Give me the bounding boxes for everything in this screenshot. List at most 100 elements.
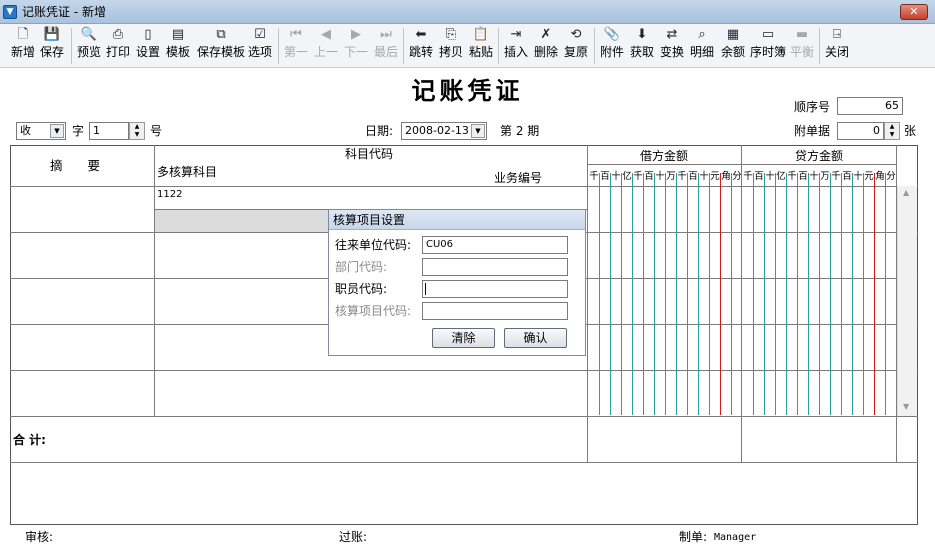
toolbar-attachment-button[interactable]: 📎 附件 bbox=[599, 26, 625, 66]
toolbar-detail-label: 明细 bbox=[689, 45, 714, 59]
employee-code-label: 职员代码: bbox=[335, 282, 388, 296]
business-number-header: 业务编号 bbox=[494, 171, 543, 185]
toolbar-jump-button[interactable]: ⬅ 跳转 bbox=[408, 26, 434, 66]
balance-icon: ▬ bbox=[795, 27, 809, 42]
debit-digit-unit: 千 bbox=[633, 171, 643, 182]
digit-column-line bbox=[819, 173, 820, 415]
copy-icon: ⎘ bbox=[445, 27, 457, 42]
toolbar-insert-button[interactable]: ⇥ 插入 bbox=[503, 26, 529, 66]
voucher-number-field[interactable]: 1 bbox=[89, 122, 129, 140]
post-label: 过账: bbox=[339, 530, 368, 544]
department-code-input[interactable] bbox=[422, 258, 568, 276]
toolbar-last-button[interactable]: ⏭ 最后 bbox=[373, 26, 399, 66]
toolbar-preview-button[interactable]: 🔍 预览 bbox=[76, 26, 102, 66]
toolbar-save-template-button[interactable]: ⧉ 保存模板 bbox=[195, 26, 247, 66]
debit-digit-unit: 十 bbox=[699, 171, 709, 182]
debit-digit-unit: 百 bbox=[644, 171, 654, 182]
period-label: 第 2 期 bbox=[500, 124, 540, 138]
credit-digit-unit: 十 bbox=[809, 171, 819, 182]
debit-digit-unit: 千 bbox=[589, 171, 599, 182]
toolbar-restore-button[interactable]: ⟲ 复原 bbox=[563, 26, 589, 66]
digit-column-line bbox=[841, 173, 842, 415]
chevron-down-icon[interactable]: ▼ bbox=[50, 124, 64, 138]
chevron-down-icon[interactable]: ▼ bbox=[471, 124, 485, 138]
scroll-up-icon[interactable]: ▲ bbox=[903, 188, 909, 197]
balance-grid-icon: ▦ bbox=[726, 27, 740, 42]
date-label: 日期: bbox=[365, 124, 394, 138]
preview-icon: 🔍 bbox=[80, 27, 98, 42]
scroll-down-icon[interactable]: ▼ bbox=[903, 402, 909, 411]
delete-row-icon: ✗ bbox=[540, 27, 552, 42]
department-code-label: 部门代码: bbox=[335, 260, 388, 274]
digit-column-line bbox=[610, 173, 611, 415]
date-value: 2008-02-13 bbox=[405, 124, 469, 137]
digit-column-line bbox=[632, 173, 633, 415]
credit-digit-unit: 分 bbox=[886, 171, 896, 182]
toolbar-options-button[interactable]: ☑ 选项 bbox=[247, 26, 273, 66]
digit-column-line bbox=[775, 173, 776, 415]
template-icon: ▤ bbox=[171, 27, 185, 42]
toolbar-paste-label: 粘贴 bbox=[468, 45, 493, 59]
debit-digit-unit: 百 bbox=[600, 171, 610, 182]
employee-code-input[interactable] bbox=[422, 280, 568, 298]
toolbar-balance-check-label: 平衡 bbox=[789, 45, 814, 59]
toolbar-next-button[interactable]: ▶ 下一 bbox=[343, 26, 369, 66]
digit-column-line bbox=[621, 173, 622, 415]
previous-record-icon: ◀ bbox=[321, 27, 331, 42]
confirm-button[interactable]: 确认 bbox=[504, 328, 567, 348]
row-1-account-code[interactable]: 1122 bbox=[157, 186, 182, 204]
toolbar-paste-button[interactable]: 📋 粘贴 bbox=[468, 26, 494, 66]
window-close-button[interactable]: ✕ bbox=[900, 4, 928, 20]
toolbar-prev-button[interactable]: ◀ 上一 bbox=[313, 26, 339, 66]
debit-digit-unit: 十 bbox=[611, 171, 621, 182]
attachment-icon: 📎 bbox=[603, 27, 621, 42]
toolbar-journal-label: 序时簿 bbox=[749, 45, 786, 59]
grid-column-border bbox=[154, 145, 155, 416]
attachments-spinner[interactable]: ▲ ▼ bbox=[884, 122, 900, 140]
app-icon: ▼ bbox=[3, 5, 17, 19]
printer-icon: ⎙ bbox=[112, 27, 124, 42]
grid-vertical-scrollbar[interactable]: ▲ ▼ bbox=[897, 186, 917, 416]
toolbar-convert-button[interactable]: ⇄ 变换 bbox=[659, 26, 685, 66]
date-picker[interactable]: 2008-02-13 ▼ bbox=[401, 122, 487, 140]
toolbar-save-button[interactable]: 💾 保存 bbox=[39, 26, 65, 66]
attachments-count-field[interactable]: 0 bbox=[837, 122, 884, 140]
toolbar-detail-button[interactable]: ⌕ 明细 bbox=[689, 26, 715, 66]
sequence-number-field[interactable]: 65 bbox=[837, 97, 903, 115]
toolbar-prev-label: 上一 bbox=[313, 45, 338, 59]
credit-digit-unit: 十 bbox=[765, 171, 775, 182]
toolbar-jump-label: 跳转 bbox=[408, 45, 433, 59]
toolbar-first-button[interactable]: ⏮ 第一 bbox=[283, 26, 309, 66]
digit-column-line bbox=[764, 173, 765, 415]
digit-column-line bbox=[797, 173, 798, 415]
debit-digit-unit: 十 bbox=[655, 171, 665, 182]
toolbar-preview-label: 预览 bbox=[76, 45, 101, 59]
title-bar bbox=[0, 0, 935, 24]
first-record-icon: ⏮ bbox=[290, 27, 302, 42]
digit-column-line bbox=[599, 173, 600, 415]
clear-button[interactable]: 清除 bbox=[432, 328, 495, 348]
toolbar-delete-button[interactable]: ✗ 删除 bbox=[533, 26, 559, 66]
item-code-input[interactable] bbox=[422, 302, 568, 320]
voucher-type-select[interactable]: 收 ▼ bbox=[16, 122, 66, 140]
accounting-item-settings-popup: 核算项目设置 往来单位代码: CU06 部门代码: 职员代码: 核算项目代码: … bbox=[328, 209, 586, 356]
toolbar-settings-button[interactable]: ▯ 设置 bbox=[135, 26, 161, 66]
toolbar-template-button[interactable]: ▤ 模板 bbox=[165, 26, 191, 66]
toolbar-print-button[interactable]: ⎙ 打印 bbox=[105, 26, 131, 66]
partner-code-input[interactable]: CU06 bbox=[422, 236, 568, 254]
debit-amount-header: 借方金额 bbox=[640, 149, 689, 163]
voucher-number-spinner[interactable]: ▲ ▼ bbox=[129, 122, 145, 140]
toolbar-new-button[interactable]: 🗋 新增 bbox=[10, 26, 36, 66]
toolbar-journal-button[interactable]: ▭ 序时簿 bbox=[749, 26, 787, 66]
binoculars-icon: ⌕ bbox=[698, 27, 706, 42]
toolbar-balance-check-button[interactable]: ▬ 平衡 bbox=[789, 26, 815, 66]
toolbar-separator bbox=[71, 28, 72, 64]
toolbar-fetch-button[interactable]: ⬇ 获取 bbox=[629, 26, 655, 66]
credit-digit-unit: 千 bbox=[831, 171, 841, 182]
toolbar-balance-button[interactable]: ▦ 余额 bbox=[719, 26, 747, 66]
grid-column-border bbox=[587, 145, 588, 462]
digit-column-line bbox=[808, 173, 809, 415]
toolbar-close-button[interactable]: ⍈ 关闭 bbox=[824, 26, 850, 66]
toolbar-copy-button[interactable]: ⎘ 拷贝 bbox=[438, 26, 464, 66]
credit-amount-header: 贷方金额 bbox=[795, 149, 844, 163]
